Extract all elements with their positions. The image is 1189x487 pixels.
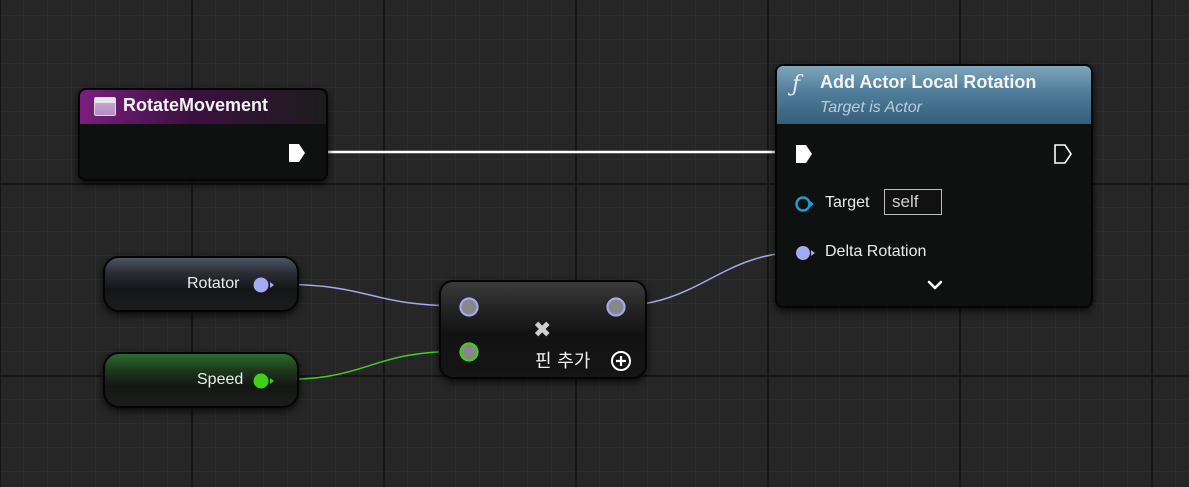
exec-out-pin[interactable] (287, 142, 307, 164)
blueprint-graph-canvas[interactable]: RotateMovement ƒ Add Actor Local Rotatio… (0, 0, 1189, 487)
multiply-icon: ✖ (533, 318, 552, 343)
rotator-variable-node[interactable]: Rotator (103, 256, 299, 312)
chevron-down-icon[interactable] (927, 279, 943, 291)
add-actor-local-rotation-node[interactable]: ƒ Add Actor Local Rotation Target is Act… (775, 64, 1093, 308)
custom-event-node[interactable]: RotateMovement (78, 88, 328, 181)
function-node-subtitle: Target is Actor (820, 99, 922, 116)
delta-rotation-pin-label: Delta Rotation (825, 243, 927, 260)
custom-event-icon (94, 97, 116, 116)
multiply-output-pin[interactable] (605, 296, 627, 318)
add-pin-label[interactable]: 핀 추가 (535, 347, 590, 373)
event-node-title: RotateMovement (123, 95, 269, 115)
target-object-pin[interactable] (794, 195, 816, 213)
rotator-output-pin[interactable] (251, 275, 277, 295)
function-icon: ƒ (792, 72, 801, 97)
speed-variable-node[interactable]: Speed (103, 352, 299, 408)
exec-then-pin[interactable] (1053, 143, 1073, 165)
rotator-variable-label: Rotator (187, 275, 240, 292)
multiply-input-b-pin[interactable] (458, 341, 480, 363)
target-default-value[interactable]: self (884, 189, 942, 215)
speed-output-pin[interactable] (251, 371, 277, 391)
exec-in-pin[interactable] (794, 143, 814, 165)
event-node-header[interactable]: RotateMovement (80, 90, 326, 124)
multiply-input-a-pin[interactable] (458, 296, 480, 318)
delta-rotation-pin[interactable] (794, 244, 818, 262)
target-pin-label: Target (825, 194, 870, 211)
speed-variable-label: Speed (197, 371, 244, 388)
plus-circle-icon[interactable] (610, 350, 632, 372)
function-node-header[interactable]: ƒ Add Actor Local Rotation Target is Act… (777, 66, 1091, 124)
multiply-node[interactable]: ✖ 핀 추가 (439, 280, 647, 379)
function-node-title: Add Actor Local Rotation (820, 72, 1037, 92)
